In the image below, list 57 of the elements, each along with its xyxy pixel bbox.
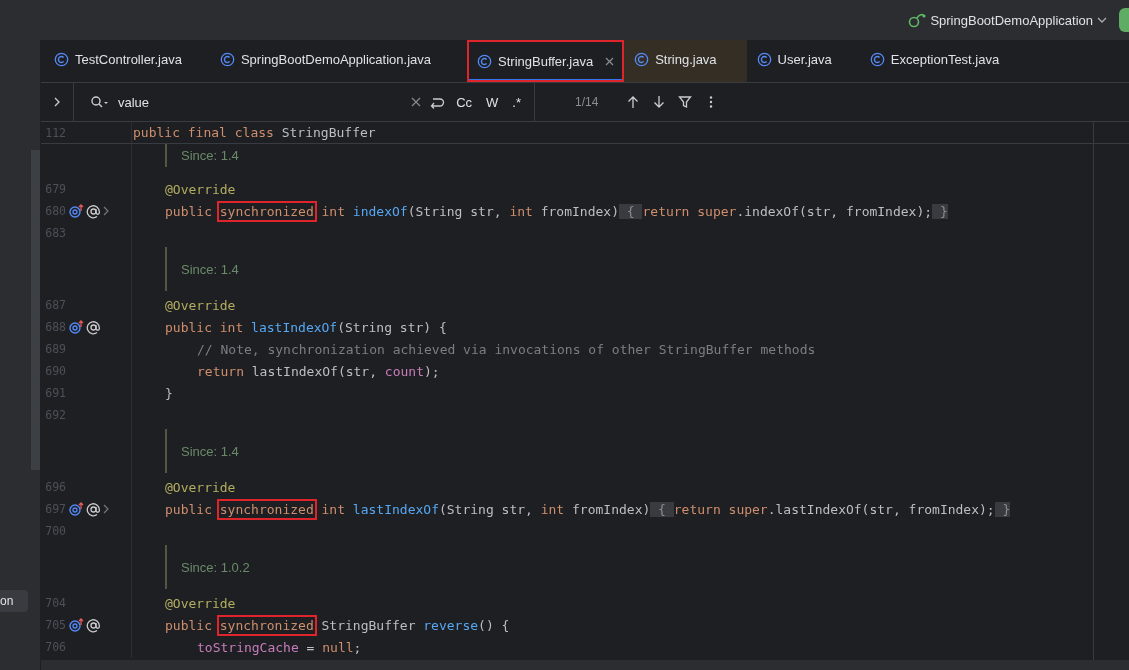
override-icon[interactable] (69, 204, 85, 218)
code-line: public synchronized int lastIndexOf(String str, int fromIndex) { return super.lastIndexOf(str, fromIndex); } (165, 501, 1011, 517)
clear-icon[interactable] (411, 97, 422, 107)
editor-tab[interactable]: User.java (754, 40, 860, 82)
doc-comment: Since: 1.4 (181, 261, 239, 277)
code-line: @Override (165, 181, 236, 197)
code-line: @Override (165, 595, 236, 611)
override-icon[interactable] (69, 502, 85, 516)
class-icon (634, 52, 650, 67)
match-case-button[interactable]: Cc (453, 94, 476, 110)
override-icon[interactable] (69, 320, 85, 334)
match-count: 1/14 (575, 95, 599, 109)
editor-tab[interactable]: SpringBootDemoApplication.java (217, 40, 459, 82)
code-line: public final class StringBuffer (133, 125, 376, 140)
code-line: } (165, 385, 173, 401)
doc-comment: Since: 1.4 (181, 443, 239, 459)
search-icon[interactable] (90, 95, 110, 109)
fold-icon[interactable] (102, 206, 110, 216)
run-config-icon (908, 12, 927, 28)
annotation-icon[interactable] (86, 203, 101, 219)
code-line: public int lastIndexOf(String str) { (165, 319, 447, 335)
horizontal-scrollbar[interactable] (41, 660, 1129, 670)
words-button[interactable]: W (483, 94, 502, 110)
regex-button[interactable]: .* (509, 94, 524, 110)
code-line: @Override (165, 297, 236, 313)
filter-icon[interactable] (678, 95, 693, 109)
code-line: @Override (165, 479, 236, 495)
class-icon (477, 53, 492, 69)
arrow-down-icon[interactable] (652, 95, 667, 109)
annotation-icon[interactable] (86, 617, 101, 633)
class-icon (756, 52, 772, 67)
fold-icon[interactable] (102, 504, 110, 514)
run-configuration-selector[interactable]: SpringBootDemoApplication (908, 12, 1107, 28)
override-icon[interactable] (69, 618, 85, 632)
code-line: return lastIndexOf(str, count); (197, 363, 440, 379)
code-line: public synchronized int indexOf(String str, int fromIndex) { return super.indexOf(str, fromIndex); } (165, 203, 948, 219)
caret-icon (1097, 16, 1107, 24)
code-line: // Note, synchronization achieved via invocations of other StringBuffer methods (197, 341, 816, 357)
annotation-icon[interactable] (86, 501, 101, 517)
class-icon (219, 52, 235, 67)
annotation-icon[interactable] (86, 319, 101, 335)
class-icon (869, 52, 885, 67)
search-field[interactable]: value (118, 94, 404, 110)
scrollbar-thumb[interactable] (31, 150, 40, 470)
newline-icon[interactable] (429, 95, 446, 109)
editor-tab[interactable]: String.java (624, 40, 747, 82)
editor-tab[interactable]: TestController.java (52, 40, 210, 82)
profile-badge[interactable] (1119, 8, 1129, 32)
sidebar-item[interactable]: on (0, 590, 28, 612)
code-line: public synchronized StringBuffer reverse() { (165, 617, 510, 633)
close-icon[interactable] (605, 56, 615, 66)
doc-comment: Since: 1.0.2 (181, 559, 250, 575)
class-icon (54, 52, 69, 67)
code-line: toStringCache = null; (197, 639, 362, 655)
expand-icon[interactable] (53, 97, 61, 107)
editor-tab[interactable]: ExceptionTest.java (867, 40, 1028, 82)
doc-comment: Since: 1.4 (181, 148, 239, 163)
